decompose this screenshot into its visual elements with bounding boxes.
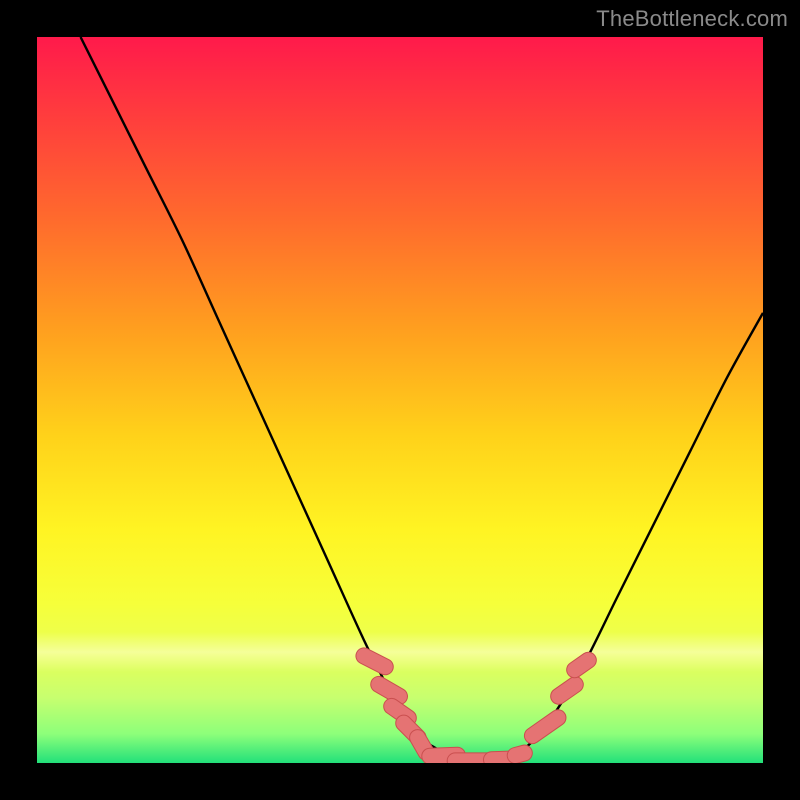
- bottleneck-curve: [81, 37, 763, 763]
- curve-marker: [521, 707, 569, 747]
- curve-marker: [548, 673, 587, 707]
- curve-marker: [505, 743, 534, 763]
- watermark-text: TheBottleneck.com: [596, 6, 788, 32]
- curve-marker: [353, 645, 396, 677]
- curve-marker: [564, 649, 600, 681]
- marker-group: [353, 645, 599, 763]
- chart-frame: TheBottleneck.com: [0, 0, 800, 800]
- plot-area: [37, 37, 763, 763]
- curve-layer: [37, 37, 763, 763]
